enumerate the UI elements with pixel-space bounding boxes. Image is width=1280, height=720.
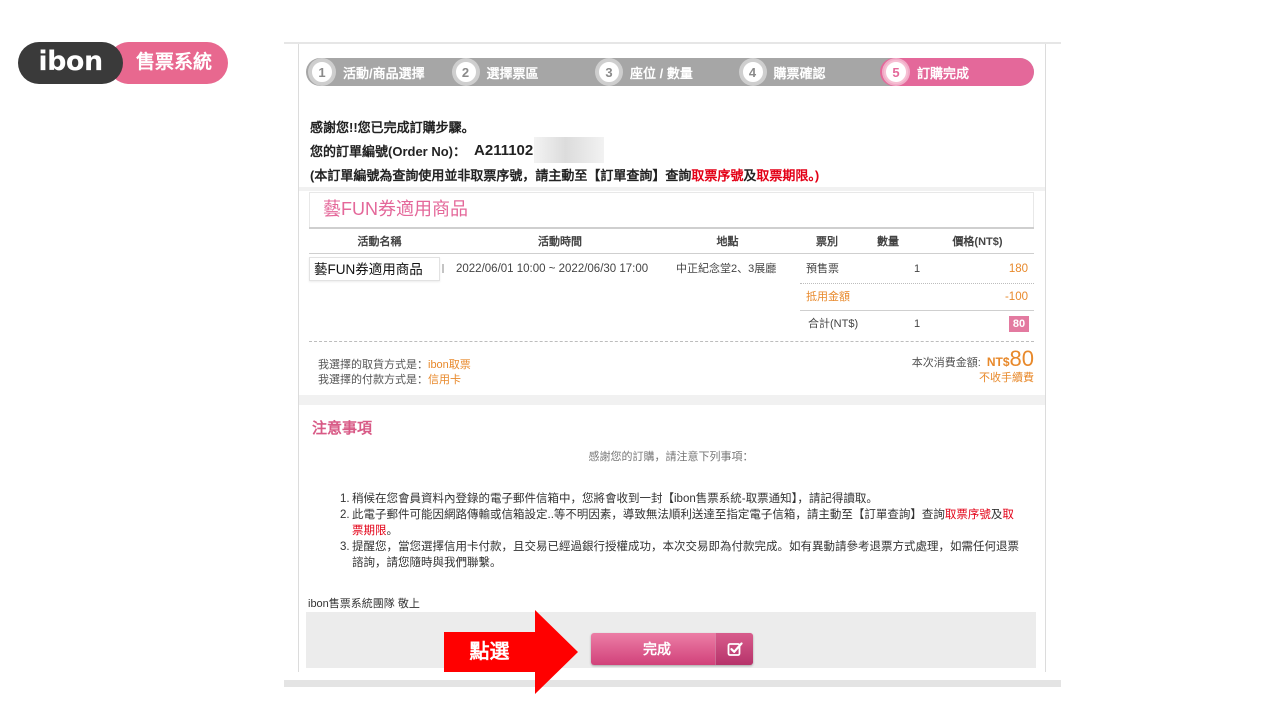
logo-product-name: 售票系統 bbox=[108, 42, 228, 84]
item-price: 180 bbox=[1008, 263, 1028, 275]
step-label: 訂購完成 bbox=[917, 65, 970, 81]
order-number-redaction bbox=[534, 137, 605, 163]
ticket-deadline-highlight: 取票期限 bbox=[756, 167, 809, 183]
notice-text: 及 bbox=[743, 167, 757, 183]
list-item: 3. 提醒您，當您選擇信用卡付款，且交易已經過銀行授權成功，本次交易即為付款完成… bbox=[340, 539, 1030, 571]
delivery-method: 我選擇的取貨方式是：ibon取票 bbox=[318, 358, 471, 373]
notice-list: 1. 稍候在您會員資料內登錄的電子郵件信箱中，您將會收到一封【ibon售票系統-… bbox=[340, 491, 1030, 571]
step-number-badge: 5 bbox=[884, 60, 908, 84]
section-separator bbox=[299, 395, 1045, 405]
discount-label: 抵用金額 bbox=[806, 291, 850, 303]
finish-button[interactable]: 完成 bbox=[591, 633, 753, 665]
item-ticket-type: 預售票 bbox=[806, 263, 839, 275]
list-item-text-wrapper: 此電子郵件可能因網路傳輸或信箱設定..等不明因素，導致無法順利送達至指定電子信箱… bbox=[352, 507, 1024, 539]
delivery-method-label: 我選擇的取貨方式是： bbox=[318, 359, 428, 371]
notice-intro: 感謝您的訂購，請注意下列事項： bbox=[588, 451, 754, 463]
item-quantity: 1 bbox=[913, 263, 921, 275]
payment-method: 我選擇的付款方式是：信用卡 bbox=[318, 373, 461, 388]
discount-value: -100 bbox=[1004, 291, 1028, 303]
callout-label: 點選 bbox=[469, 641, 510, 663]
logo-brand-name: ibon bbox=[18, 42, 123, 84]
column-header-event-name: 活動名稱 bbox=[357, 236, 402, 248]
order-number-label: 您的訂單編號(Order No)： bbox=[310, 143, 467, 159]
total-amount-badge: 80 bbox=[1009, 316, 1029, 332]
list-item-text: 及 bbox=[990, 509, 1003, 521]
section-separator bbox=[299, 187, 1045, 191]
order-amount-label: 本次消費金額: bbox=[911, 357, 981, 369]
ticket-serial-highlight: 取票序號 bbox=[944, 509, 991, 521]
step-label: 活動/商品選擇 bbox=[343, 65, 425, 81]
step-order-complete: 5 訂購完成 bbox=[880, 58, 1034, 86]
column-header-quantity: 數量 bbox=[877, 236, 899, 248]
item-venue: 中正紀念堂2、3展廳 bbox=[676, 263, 777, 275]
order-number-value: A211102 bbox=[474, 141, 534, 159]
notice-text: (本訂單編號為查詢使用並非取票序號，請主動至【訂單查詢】查詢 bbox=[310, 167, 692, 183]
check-square-icon bbox=[715, 633, 753, 665]
step-select-area: 2 選擇票區 bbox=[450, 58, 594, 86]
payment-method-value: 信用卡 bbox=[428, 374, 461, 386]
text-cursor-mark bbox=[442, 264, 444, 273]
order-amount-currency: NT$ bbox=[986, 355, 1010, 369]
list-item-number: 1. bbox=[340, 493, 350, 505]
notice-title: 注意事項 bbox=[312, 420, 373, 437]
checkout-progress-steps: 1 活動/商品選擇 2 選擇票區 3 座位 / 數量 4 購票確認 5 訂購完成 bbox=[306, 58, 1034, 86]
table-header-row: 活動名稱 活動時間 地點 票別 數量 價格(NT$) bbox=[309, 227, 1034, 254]
team-signature: ibon售票系統團隊 敬上 bbox=[308, 598, 420, 610]
eligible-products-section: 藝FUN券適用商品 活動名稱 活動時間 地點 票別 數量 價格(NT$) 藝FU… bbox=[306, 192, 1036, 395]
list-item-text: 稍候在您會員資料內登錄的電子郵件信箱中，您將會收到一封【ibon售票系統-取票通… bbox=[352, 493, 878, 505]
list-item-text: 提醒您，當您選擇信用卡付款，且交易已經過銀行授權成功，本次交易即為付款完成。如有… bbox=[352, 541, 1019, 569]
list-item-number: 2. bbox=[340, 509, 350, 521]
step-confirm-purchase: 4 購票確認 bbox=[737, 58, 881, 86]
total-quantity: 1 bbox=[913, 318, 921, 330]
delivery-method-value: ibon取票 bbox=[428, 359, 471, 371]
notice-section: 注意事項 感謝您的訂購，請注意下列事項： 1. 稍候在您會員資料內登錄的電子郵件… bbox=[306, 405, 1036, 612]
step-label: 購票確認 bbox=[773, 65, 826, 81]
list-item-text: 此電子郵件可能因網路傳輸或信箱設定..等不明因素，導致無法順利送達至指定電子信箱… bbox=[352, 509, 945, 521]
notice-text: 。) bbox=[808, 167, 820, 183]
step-select-event: 1 活動/商品選擇 bbox=[306, 58, 450, 86]
column-header-venue: 地點 bbox=[716, 236, 739, 248]
column-header-ticket-type: 票別 bbox=[816, 236, 838, 248]
order-number-row: 您的訂單編號(Order No)： A211102 bbox=[310, 137, 1036, 163]
section-divider bbox=[309, 341, 1034, 342]
item-event-time: 2022/06/01 10:00 ~ 2022/06/30 17:00 bbox=[456, 263, 649, 275]
section-title: 藝FUN券適用商品 bbox=[309, 192, 1034, 227]
order-number-notice: (本訂單編號為查詢使用並非取票序號，請主動至【訂單查詢】查詢 取票序號及取票期限。… bbox=[310, 162, 1036, 186]
column-header-price: 價格(NT$) bbox=[952, 236, 1003, 248]
list-item: 2. 此電子郵件可能因網路傳輸或信箱設定..等不明因素，導致無法順利送達至指定電… bbox=[340, 507, 1030, 539]
list-item-text: 。 bbox=[386, 525, 399, 537]
total-label: 合計(NT$) bbox=[808, 318, 859, 330]
payment-method-label: 我選擇的付款方式是： bbox=[318, 374, 428, 386]
item-event-name: 藝FUN券適用商品 bbox=[309, 257, 440, 281]
step-number-badge: 4 bbox=[740, 60, 765, 84]
step-number-badge: 1 bbox=[310, 60, 334, 84]
step-seat-quantity: 3 座位 / 數量 bbox=[593, 58, 737, 86]
fee-note: 不收手續費 bbox=[979, 372, 1034, 384]
finish-button-label: 完成 bbox=[643, 641, 671, 657]
order-amount-value: 80 bbox=[1009, 346, 1034, 371]
order-amount: 本次消費金額: NT$ 80 bbox=[786, 346, 1034, 374]
ticket-serial-highlight: 取票序號 bbox=[691, 167, 744, 183]
step-label: 選擇票區 bbox=[486, 65, 539, 81]
ibon-ticket-logo: 售票系統 ibon bbox=[18, 42, 230, 84]
step-number-badge: 3 bbox=[597, 60, 621, 84]
thank-you-message: 感謝您!!您已完成訂購步驟。 bbox=[310, 119, 475, 135]
step-number-badge: 2 bbox=[453, 60, 478, 84]
step-label: 座位 / 數量 bbox=[630, 65, 693, 81]
list-item-number: 3. bbox=[340, 541, 350, 553]
column-header-event-time: 活動時間 bbox=[538, 236, 582, 248]
order-confirmation: 感謝您!!您已完成訂購步驟。 您的訂單編號(Order No)： A211102… bbox=[306, 98, 1036, 186]
panel-bottom-border bbox=[284, 680, 1061, 687]
list-item: 1. 稍候在您會員資料內登錄的電子郵件信箱中，您將會收到一封【ibon售票系統-… bbox=[340, 491, 1030, 507]
